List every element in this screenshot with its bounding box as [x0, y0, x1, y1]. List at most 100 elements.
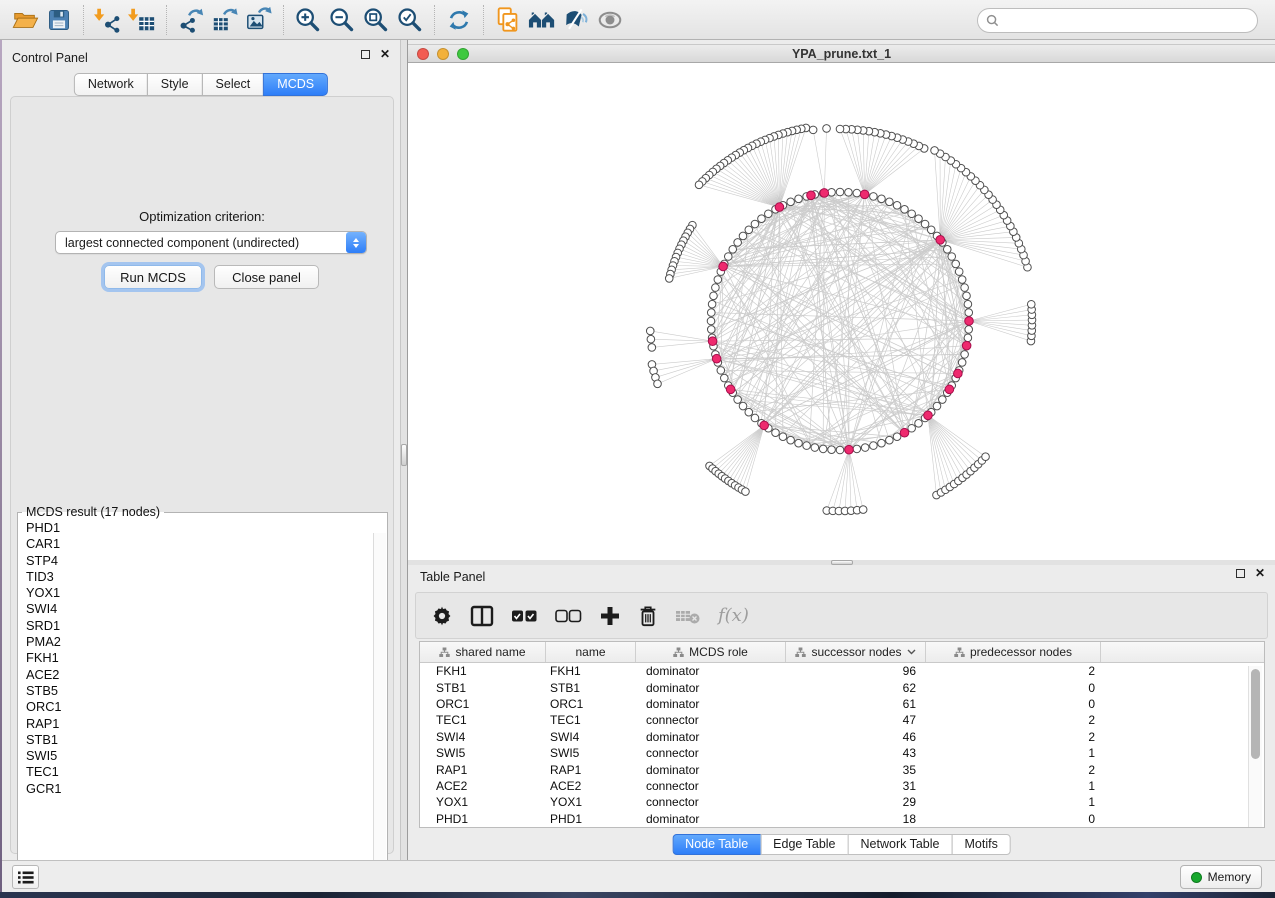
network-node[interactable] [739, 232, 747, 240]
network-node[interactable] [964, 334, 972, 342]
network-overview-houses-icon[interactable] [525, 3, 559, 37]
task-history-button[interactable] [12, 865, 39, 889]
network-node[interactable] [859, 506, 867, 514]
network-node[interactable] [710, 292, 718, 300]
cell[interactable]: 1 [926, 778, 1101, 794]
network-node-dominator[interactable] [845, 445, 854, 454]
cell[interactable]: 31 [786, 778, 926, 794]
network-node[interactable] [870, 442, 878, 450]
network-node[interactable] [707, 317, 715, 325]
add-column-icon[interactable] [599, 601, 621, 631]
network-node[interactable] [958, 359, 966, 367]
network-node[interactable] [915, 215, 923, 223]
cell[interactable]: connector [636, 712, 786, 728]
save-session-icon[interactable] [42, 3, 76, 37]
cell[interactable]: YOX1 [420, 794, 546, 810]
float-panel-icon[interactable] [1236, 569, 1245, 578]
network-node[interactable] [779, 433, 787, 441]
apply-layout-icon[interactable] [442, 3, 476, 37]
network-node[interactable] [982, 453, 990, 461]
cell[interactable]: 18 [786, 811, 926, 827]
cell[interactable]: RAP1 [420, 761, 546, 777]
network-node[interactable] [811, 444, 819, 452]
cell[interactable]: 0 [926, 811, 1101, 827]
cell[interactable]: dominator [636, 811, 786, 827]
network-node[interactable] [908, 210, 916, 218]
tab-select[interactable]: Select [202, 73, 265, 96]
cell[interactable]: dominator [636, 696, 786, 712]
mcds-result-item[interactable]: YOX1 [18, 585, 387, 601]
mcds-result-item[interactable]: GCR1 [18, 781, 387, 797]
network-node[interactable] [695, 181, 703, 189]
mcds-scrollbar[interactable] [373, 533, 386, 878]
network-node[interactable] [714, 276, 722, 284]
cell[interactable]: SWI4 [420, 729, 546, 745]
network-node[interactable] [961, 284, 969, 292]
cell[interactable]: STB1 [546, 679, 636, 695]
column-header-MCDS-role[interactable]: MCDS role [636, 642, 786, 662]
table-scrollbar[interactable] [1248, 666, 1262, 827]
network-node[interactable] [823, 125, 831, 133]
tab-motifs[interactable]: Motifs [951, 834, 1010, 855]
cell[interactable]: PHD1 [420, 811, 546, 827]
cell[interactable]: 62 [786, 679, 926, 695]
run-mcds-button[interactable]: Run MCDS [104, 265, 202, 289]
network-node-dominator[interactable] [712, 354, 721, 363]
network-node[interactable] [931, 147, 939, 155]
network-node[interactable] [765, 210, 773, 218]
mcds-result-item[interactable]: SWI4 [18, 601, 387, 617]
network-node[interactable] [901, 205, 909, 213]
mcds-result-item[interactable]: ORC1 [18, 699, 387, 715]
network-node[interactable] [745, 408, 753, 416]
network-node[interactable] [707, 309, 715, 317]
tab-style[interactable]: Style [147, 73, 203, 96]
network-node[interactable] [739, 402, 747, 410]
network-node[interactable] [853, 445, 861, 453]
network-node-dominator[interactable] [760, 421, 769, 430]
network-node[interactable] [787, 198, 795, 206]
vertical-splitter[interactable] [400, 40, 408, 860]
cell[interactable]: 35 [786, 761, 926, 777]
tab-network[interactable]: Network [74, 73, 148, 96]
cell[interactable]: 61 [786, 696, 926, 712]
close-panel-button[interactable]: Close panel [214, 265, 319, 289]
table-row[interactable]: TEC1TEC1connector472 [420, 712, 1264, 728]
cell[interactable]: TEC1 [420, 712, 546, 728]
network-node[interactable] [878, 195, 886, 203]
cell[interactable]: YOX1 [546, 794, 636, 810]
network-canvas[interactable] [408, 63, 1275, 560]
mcds-result-item[interactable]: PMA2 [18, 634, 387, 650]
export-image-icon[interactable] [242, 3, 276, 37]
network-node[interactable] [654, 380, 662, 388]
network-node[interactable] [845, 188, 853, 196]
cell[interactable]: PHD1 [546, 811, 636, 827]
network-node-dominator[interactable] [945, 385, 954, 394]
network-node[interactable] [908, 424, 916, 432]
network-node[interactable] [707, 326, 715, 334]
network-node[interactable] [933, 402, 941, 410]
cell[interactable]: dominator [636, 761, 786, 777]
column-header-predecessor-nodes[interactable]: predecessor nodes [926, 642, 1101, 662]
network-node[interactable] [836, 446, 844, 454]
cell[interactable]: 2 [926, 712, 1101, 728]
network-node[interactable] [948, 253, 956, 261]
search-input[interactable] [1004, 14, 1249, 28]
cell[interactable]: ACE2 [420, 778, 546, 794]
network-node-dominator[interactable] [726, 385, 735, 394]
cell[interactable]: connector [636, 745, 786, 761]
mcds-result-item[interactable]: TID3 [18, 569, 387, 585]
cell[interactable]: SWI5 [420, 745, 546, 761]
show-columns-icon[interactable] [470, 601, 494, 631]
table-row[interactable]: ORC1ORC1dominator610 [420, 696, 1264, 712]
network-node[interactable] [965, 309, 973, 317]
network-node[interactable] [927, 226, 935, 234]
mcds-result-item[interactable]: PHD1 [18, 520, 387, 536]
network-node[interactable] [893, 433, 901, 441]
mcds-result-item[interactable]: TEC1 [18, 764, 387, 780]
network-node[interactable] [751, 220, 759, 228]
network-node[interactable] [893, 202, 901, 210]
import-table-icon[interactable] [125, 3, 159, 37]
cell[interactable]: SWI4 [546, 729, 636, 745]
column-header-shared-name[interactable]: shared name [420, 642, 546, 662]
network-node[interactable] [886, 436, 894, 444]
